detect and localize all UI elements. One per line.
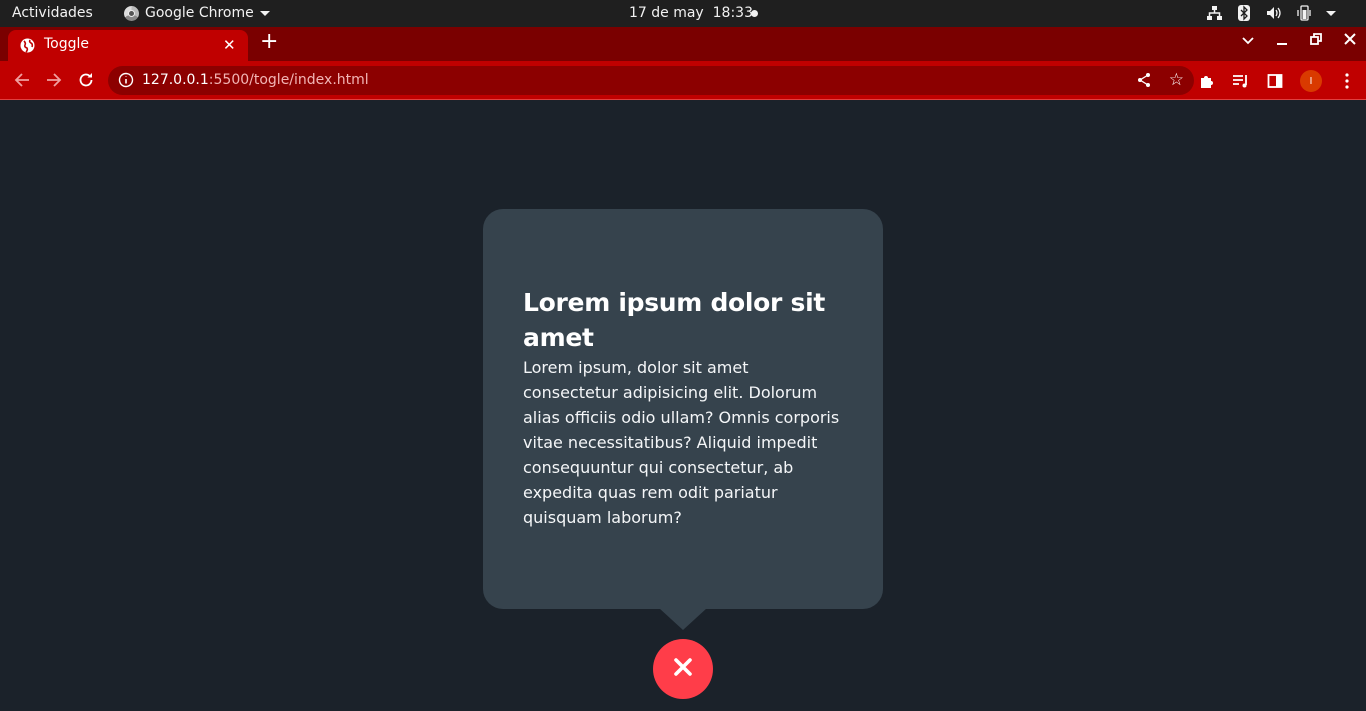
extensions-puzzle-icon[interactable] [1198,72,1216,90]
browser-toolbar: 127.0.0.1:5500/togle/index.html ☆ I [0,61,1366,100]
close-window-icon[interactable] [1342,33,1358,49]
site-info-icon[interactable] [118,72,134,88]
popup-card: Lorem ipsum dolor sit amet Lorem ipsum, … [483,209,883,630]
back-arrow-icon[interactable] [12,70,32,90]
bluetooth-icon [1236,5,1252,21]
globe-icon [20,38,35,53]
minimize-icon[interactable] [1274,33,1290,49]
close-icon [674,658,692,680]
window-controls [1240,33,1358,49]
caret-down-icon [259,10,270,16]
app-name: Google Chrome [145,5,254,21]
more-menu-icon[interactable] [1338,72,1356,90]
profile-avatar[interactable]: I [1300,70,1322,92]
activities-button[interactable]: Actividades [12,5,93,21]
app-menu[interactable]: Google Chrome [124,5,270,21]
tab-close-icon[interactable]: ✕ [223,36,236,54]
network-icon [1206,5,1222,21]
reload-icon[interactable] [76,70,96,90]
system-top-bar: Actividades Google Chrome 17 de may 18:3… [0,0,1366,27]
share-icon[interactable] [1136,72,1152,88]
clock[interactable]: 17 de may 18:33 [629,5,753,21]
side-panel-icon[interactable] [1266,72,1284,90]
new-tab-button[interactable]: + [260,31,278,53]
toggle-close-button[interactable] [653,639,713,699]
restore-icon[interactable] [1308,33,1324,49]
system-tray[interactable] [1206,5,1336,21]
forward-arrow-icon[interactable] [44,70,64,90]
chrome-logo-icon [124,5,139,21]
battery-icon [1296,5,1312,21]
card-title: Lorem ipsum dolor sit amet [523,288,825,352]
clock-date: 17 de may [629,5,704,21]
address-bar[interactable]: 127.0.0.1:5500/togle/index.html ☆ [108,66,1194,95]
tab-search-chevron-icon[interactable] [1240,33,1256,49]
url-path: :5500/togle/index.html [208,72,369,88]
tab-strip: Toggle ✕ + [0,27,1366,61]
card-body: Lorem ipsum, dolor sit amet consectetur … [523,358,840,527]
url-host: 127.0.0.1 [142,72,209,88]
url-text: 127.0.0.1:5500/togle/index.html [142,72,369,88]
toolbar-actions: I [1198,70,1356,92]
clock-time: 18:33 [712,5,753,21]
system-menu-caret-icon [1326,10,1336,16]
tab-toggle[interactable]: Toggle ✕ [8,30,248,61]
notification-dot-icon [751,10,758,17]
volume-icon [1266,5,1282,21]
media-queue-icon[interactable] [1232,72,1250,90]
tab-title: Toggle [44,36,90,52]
bookmark-star-icon[interactable]: ☆ [1169,70,1184,90]
